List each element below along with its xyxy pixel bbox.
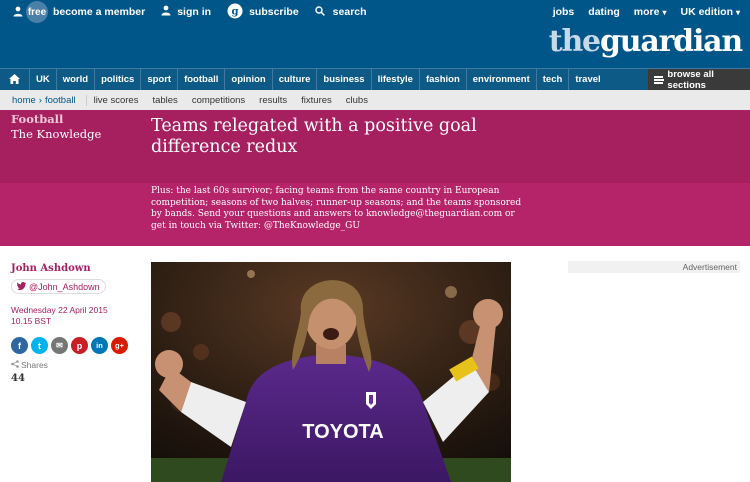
series-label[interactable]: The Knowledge (11, 127, 101, 141)
publish-date: Wednesday 22 April 2015 (11, 305, 108, 315)
sign-in-label: sign in (177, 6, 212, 18)
user-icon (12, 5, 24, 20)
dateline: Wednesday 22 April 2015 10.15 BST (11, 305, 108, 326)
profile-icon (161, 5, 171, 19)
subnav-competitions[interactable]: competitions (185, 95, 252, 106)
search-label: search (332, 6, 367, 18)
dating-link[interactable]: dating (588, 6, 620, 18)
shares-label: Shares (11, 360, 48, 370)
email-share-button[interactable]: ✉ (51, 337, 68, 354)
search-icon (314, 5, 325, 19)
shirt-sponsor-text: TOYOTA (302, 421, 383, 443)
breadcrumb-football[interactable]: football (45, 94, 87, 106)
section-label[interactable]: Football (11, 112, 63, 126)
subnav-live-scores[interactable]: live scores (87, 95, 146, 106)
become-member-label: become a member (53, 6, 146, 18)
pinterest-icon: p (76, 340, 83, 351)
become-member-link[interactable]: free become a member (12, 1, 145, 23)
facebook-share-button[interactable]: f (11, 337, 28, 354)
linkedin-share-button[interactable]: in (91, 337, 108, 354)
author-twitter-link[interactable]: @John_Ashdown (11, 279, 106, 294)
hamburger-icon (654, 76, 665, 84)
nav-item-politics[interactable]: politics (95, 68, 142, 91)
nav-item-tech[interactable]: tech (537, 68, 570, 91)
breadcrumb-separator: › (38, 94, 42, 106)
logo-the: the (548, 24, 601, 59)
advertisement-label: Advertisement (568, 261, 740, 273)
chevron-down-icon: ▾ (735, 7, 740, 17)
googleplus-icon: g+ (115, 341, 124, 350)
nav-item-culture[interactable]: culture (273, 68, 318, 91)
top-links: free become a member sign in g subscribe… (12, 1, 383, 23)
footballer-celebrating-photo: TOYOTA (151, 262, 511, 482)
subnav-results[interactable]: results (252, 95, 294, 106)
pinterest-share-button[interactable]: p (71, 337, 88, 354)
guardian-logo[interactable]: theguardian (548, 24, 743, 59)
twitter-icon (16, 281, 26, 292)
more-label: more (633, 6, 660, 18)
more-menu[interactable]: more ▾ (634, 6, 667, 18)
primary-nav: UK world politics sport football opinion… (0, 68, 750, 91)
subscribe-icon: g (227, 3, 243, 22)
chevron-down-icon: ▾ (662, 7, 667, 17)
share-icon (11, 360, 19, 370)
nav-item-fashion[interactable]: fashion (420, 68, 467, 91)
svg-text:g: g (232, 6, 239, 17)
browse-all-label: browse all sections (667, 69, 714, 91)
linkedin-icon: in (96, 341, 103, 350)
nav-item-business[interactable]: business (317, 68, 372, 91)
nav-item-sport[interactable]: sport (141, 68, 179, 91)
sign-in-link[interactable]: sign in (161, 5, 211, 19)
nav-item-world[interactable]: world (57, 68, 96, 91)
logo-guardian: guardian (599, 24, 743, 59)
twitter-handle: @John_Ashdown (29, 281, 100, 292)
home-button[interactable] (0, 68, 30, 91)
nav-item-environment[interactable]: environment (467, 68, 537, 91)
subnav-tables[interactable]: tables (145, 95, 184, 106)
facebook-icon: f (18, 340, 21, 351)
article-headline: Teams relegated with a positive goal dif… (151, 116, 477, 157)
jobs-link[interactable]: jobs (553, 6, 575, 18)
article-standfirst: Plus: the last 60s survivor; facing team… (151, 186, 522, 231)
publish-time: 10.15 BST (11, 315, 52, 326)
edition-label: UK edition (680, 6, 733, 18)
author-link[interactable]: John Ashdown (11, 263, 91, 274)
top-right-links: jobs dating more ▾ UK edition ▾ (539, 2, 740, 22)
twitter-share-button[interactable]: t (31, 337, 48, 354)
twitter-icon: t (38, 340, 41, 351)
nav-item-football[interactable]: football (178, 68, 226, 91)
subnav-clubs[interactable]: clubs (339, 95, 375, 106)
hero-image: TOYOTA (151, 262, 511, 482)
shares-text: Shares (21, 360, 48, 370)
home-icon (9, 71, 20, 89)
subscribe-label: subscribe (249, 6, 299, 18)
nav-item-travel[interactable]: travel (569, 69, 606, 91)
edition-menu[interactable]: UK edition ▾ (680, 6, 740, 18)
nav-item-lifestyle[interactable]: lifestyle (372, 68, 420, 91)
browse-all-sections-button[interactable]: browse all sections (648, 69, 750, 91)
subscribe-link[interactable]: g subscribe (227, 3, 299, 22)
masthead: free become a member sign in g subscribe… (0, 0, 750, 68)
share-buttons: f t ✉ p in g+ (11, 337, 131, 354)
nav-item-uk[interactable]: UK (30, 68, 57, 91)
shares-count: 44 (11, 373, 25, 384)
email-icon: ✉ (56, 341, 63, 350)
secondary-nav: home › football live scores tables compe… (0, 90, 750, 110)
googleplus-share-button[interactable]: g+ (111, 337, 128, 354)
nav-item-opinion[interactable]: opinion (225, 68, 273, 91)
subnav-fixtures[interactable]: fixtures (294, 95, 339, 106)
search-link[interactable]: search (314, 5, 367, 19)
breadcrumb-home[interactable]: home (0, 95, 36, 106)
free-badge: free (26, 1, 48, 23)
